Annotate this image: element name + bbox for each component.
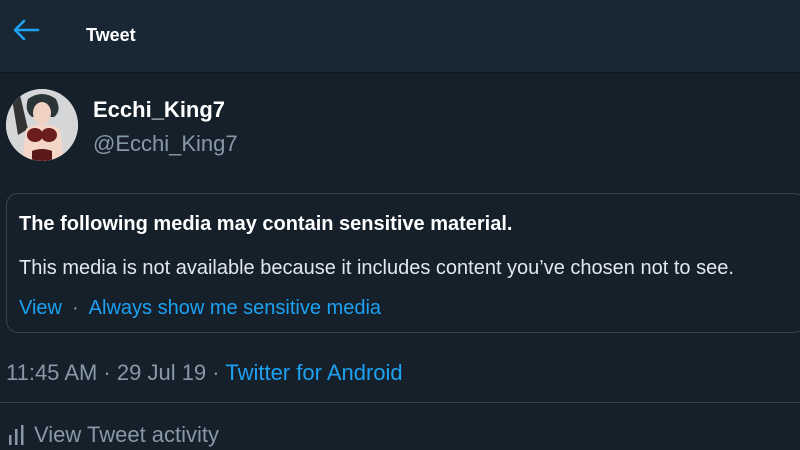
view-tweet-activity-button[interactable]: View Tweet activity <box>8 422 219 448</box>
sensitive-notice-body: This media is not available because it i… <box>19 257 734 279</box>
separator-dot: · <box>72 297 79 319</box>
sensitive-notice-actions: View · Always show me sensitive media <box>19 297 381 320</box>
arrow-left-icon <box>13 19 40 41</box>
avatar[interactable] <box>6 89 78 161</box>
tweet-meta: 11:45 AM · 29 Jul 19 · Twitter for Andro… <box>6 360 403 386</box>
tweet-source-link[interactable]: Twitter for Android <box>225 360 402 385</box>
author-handle[interactable]: @Ecchi_King7 <box>93 131 238 157</box>
view-link[interactable]: View <box>19 297 62 319</box>
meta-separator: · <box>212 360 220 385</box>
sensitive-media-notice: The following media may contain sensitiv… <box>6 193 800 333</box>
top-bar: Tweet <box>0 0 800 73</box>
page-title: Tweet <box>86 25 136 45</box>
divider <box>0 402 800 403</box>
sensitive-notice-title: The following media may contain sensitiv… <box>19 213 513 235</box>
tweet-timestamp[interactable]: 11:45 AM · 29 Jul 19 <box>6 360 206 385</box>
avatar-image <box>6 89 78 161</box>
author-display-name[interactable]: Ecchi_King7 <box>93 97 225 123</box>
always-show-sensitive-link[interactable]: Always show me sensitive media <box>89 297 381 319</box>
bar-chart-icon <box>9 425 24 445</box>
view-tweet-activity-label: View Tweet activity <box>34 422 220 447</box>
back-button[interactable] <box>10 16 42 44</box>
